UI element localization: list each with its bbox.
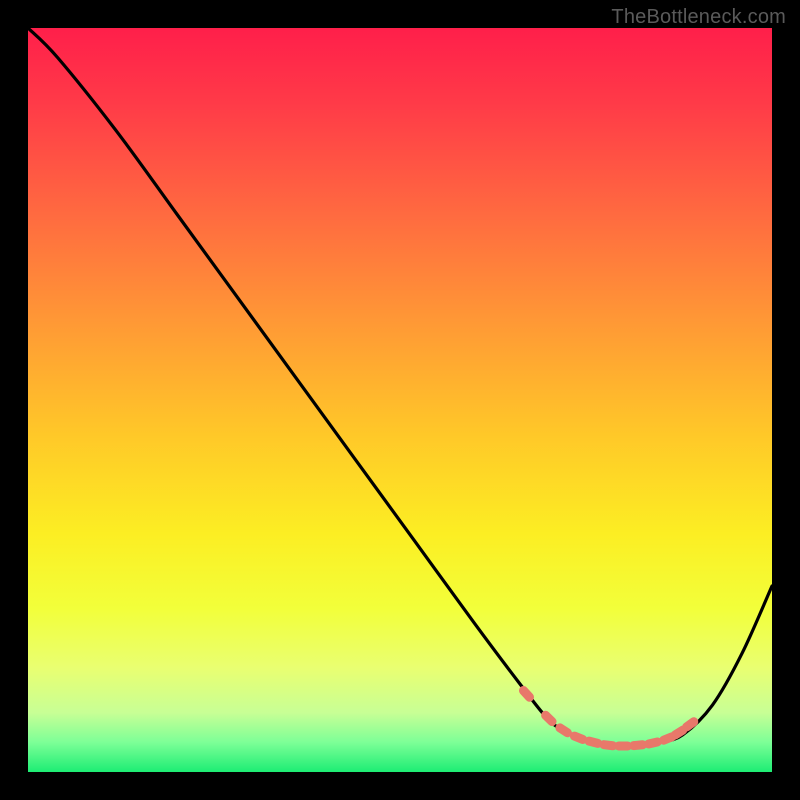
chart-frame: TheBottleneck.com <box>0 0 800 800</box>
plot-area <box>28 28 772 772</box>
curve-markers <box>517 684 700 751</box>
chart-svg <box>28 28 772 772</box>
watermark-text: TheBottleneck.com <box>611 6 786 29</box>
bottleneck-curve <box>28 28 772 746</box>
